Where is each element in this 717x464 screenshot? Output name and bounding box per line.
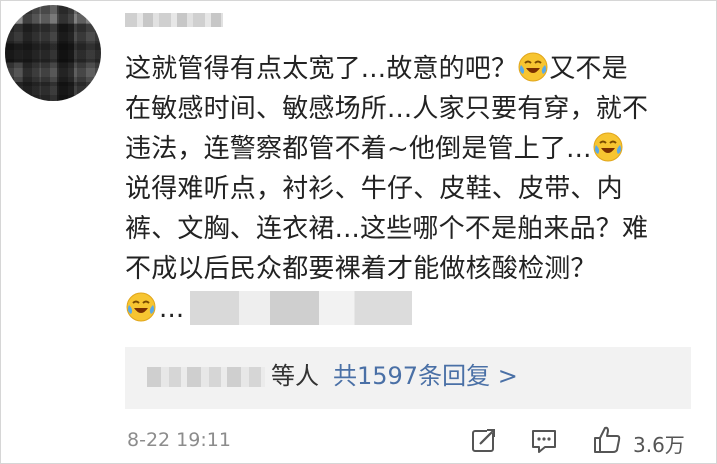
comment-text-1: 这就管得有点太宽了...故意的吧？: [125, 54, 518, 84]
replies-preview[interactable]: 等人 共1597条回复 >: [125, 347, 691, 409]
comment-line-3: 违法，连警察都管不着~他倒是管上了...: [125, 129, 705, 169]
share-icon[interactable]: [467, 423, 501, 457]
comment-line-6: 不成以后民众都要裸着才能做核酸检测？: [125, 254, 597, 284]
comment-line-7: ...: [125, 289, 705, 329]
user-avatar[interactable]: [5, 5, 101, 101]
laughing-crying-emoji-icon: [593, 132, 623, 162]
comment-line-4: 说得难听点，衬衫、牛仔、皮鞋、皮带、内: [125, 174, 623, 204]
comment-text-2: 又不是: [549, 54, 628, 84]
like-count: 3.6万: [633, 433, 685, 457]
comment-timestamp: 8-22 19:11: [127, 429, 231, 451]
replies-summary: 等人 共1597条回复 >: [271, 361, 518, 391]
comment-line-1: 这就管得有点太宽了...故意的吧？ 又不是: [125, 49, 705, 89]
replies-suffix: 等人: [271, 362, 319, 390]
comment-body: 这就管得有点太宽了...故意的吧？ 又不是 在敏感时间、敏感场所...人家只要有穿…: [125, 49, 705, 329]
comment-footer: 8-22 19:11 3.6万: [125, 421, 705, 461]
blurred-content: [190, 291, 413, 325]
comment-line-5: 裤、文胸、连衣裙...这些哪个不是舶来品？难: [125, 214, 649, 244]
comment-card: 这就管得有点太宽了...故意的吧？ 又不是 在敏感时间、敏感场所...人家只要有穿…: [0, 0, 717, 464]
laughing-crying-emoji-icon: [126, 292, 156, 322]
view-replies-link[interactable]: 共1597条回复 >: [333, 362, 518, 390]
thumbs-up-icon[interactable]: [590, 423, 624, 457]
comment-ellipsis: ...: [159, 294, 185, 324]
reply-usernames-blurred: [147, 367, 265, 387]
username-blurred[interactable]: [125, 13, 223, 27]
comment-text-4: 违法，连警察都管不着~他倒是管上了...: [125, 134, 592, 164]
laughing-crying-emoji-icon: [518, 52, 548, 82]
comment-line-2: 在敏感时间、敏感场所...人家只要有穿，就不: [125, 94, 649, 124]
comment-icon[interactable]: [527, 423, 561, 457]
